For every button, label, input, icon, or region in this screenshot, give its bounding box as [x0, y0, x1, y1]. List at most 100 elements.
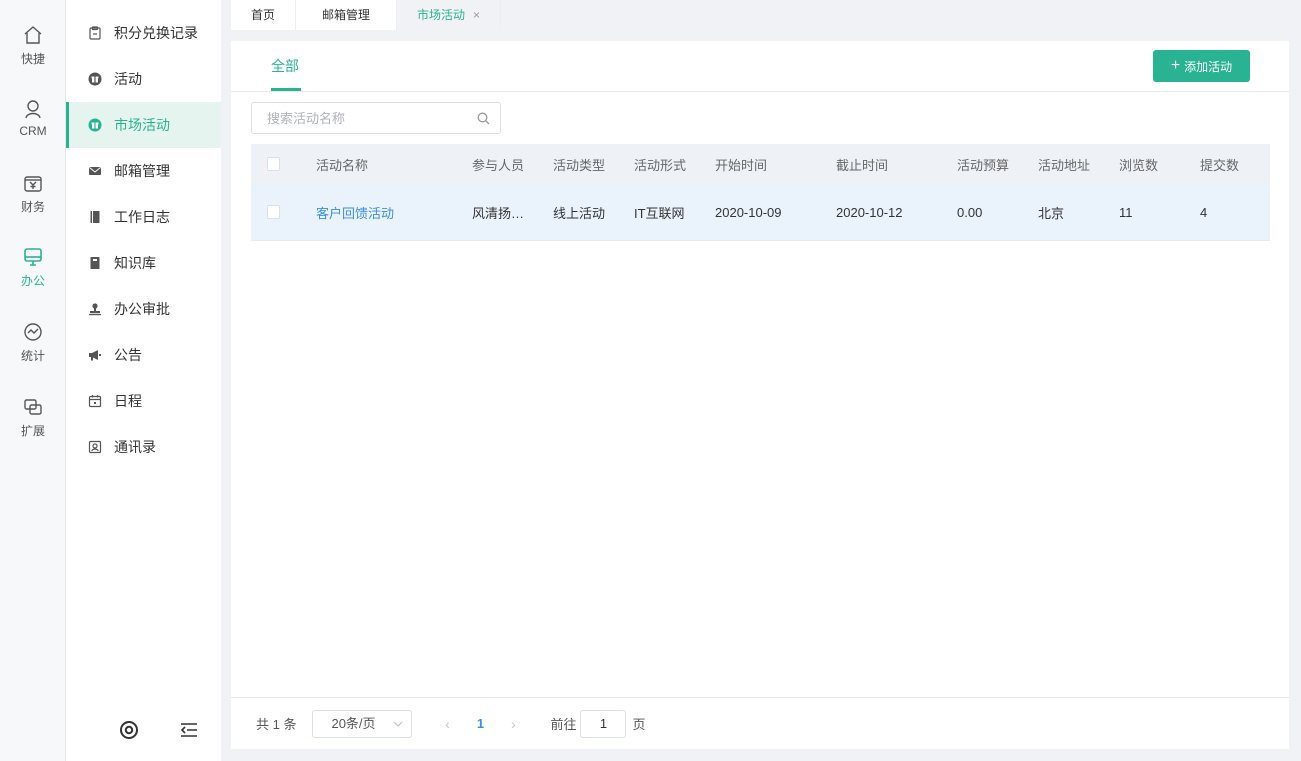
cell-submits: 4 [1200, 204, 1208, 220]
column-header[interactable]: 活动预算 [957, 155, 1038, 174]
activity-table: 活动名称 参与人员 活动类型 活动形式 开始时间 截止时间 活动预算 活动地址 … [251, 144, 1270, 241]
menu-item-announcement[interactable]: 公告 [66, 332, 221, 378]
close-icon[interactable]: × [473, 8, 480, 22]
column-header[interactable]: 开始时间 [715, 155, 836, 174]
pagination-total: 共 1 条 [256, 717, 297, 732]
cell-start-time: 2020-10-09 [715, 204, 782, 220]
menu-item-label: 市场活动 [114, 117, 170, 133]
next-page-button[interactable]: › [498, 716, 528, 732]
row-checkbox[interactable] [267, 205, 280, 219]
cell-budget: 0.00 [957, 204, 983, 220]
rail-label: CRM [19, 124, 47, 138]
pagination: 共 1 条 20条/页 ‹ 1 › 前往 页 [231, 697, 1289, 749]
settings-ring-icon[interactable] [118, 719, 140, 741]
cell-end-time: 2020-10-12 [836, 204, 903, 220]
collapse-menu-icon[interactable] [178, 719, 200, 741]
column-header[interactable]: 活动类型 [553, 155, 634, 174]
book-icon [90, 257, 100, 269]
column-header[interactable]: 提交数 [1200, 155, 1270, 174]
column-header[interactable]: 活动形式 [634, 155, 715, 174]
cell-form: IT互联网 [634, 205, 685, 221]
menu-item-label: 日程 [114, 393, 142, 409]
mail-icon [89, 167, 101, 175]
rail-label: 扩展 [20, 424, 45, 438]
menu-item-label: 积分兑换记录 [114, 25, 198, 41]
menu-item-label: 工作日志 [114, 209, 170, 225]
tab-home[interactable]: 首页 [231, 0, 297, 30]
cell-type: 线上活动 [553, 205, 606, 221]
search-input[interactable] [252, 103, 472, 133]
tab-label: 首页 [251, 8, 276, 22]
page-size-select[interactable]: 20条/页 [312, 709, 413, 738]
menu-item-label: 办公审批 [114, 301, 170, 317]
rail-item-shortcut[interactable]: 快捷 [0, 24, 66, 84]
rail-item-finance[interactable]: 财务 [0, 172, 66, 232]
tab-mailbox[interactable]: 邮箱管理 [296, 0, 398, 30]
goto-label: 前往 [550, 717, 577, 732]
menu-item-work-log[interactable]: 工作日志 [66, 194, 221, 240]
page-suffix-label: 页 [632, 717, 646, 732]
goto-page-input[interactable] [580, 709, 627, 738]
main-panel: 全部 + 添加活动 活动名称 参与人员 活动类型 活动形式 开始时间 截止时间 … [231, 41, 1289, 749]
menu-item-mailbox[interactable]: 邮箱管理 [66, 148, 221, 194]
menu-item-activity[interactable]: 活动 [66, 56, 221, 102]
panel-header: 全部 + 添加活动 [231, 41, 1289, 92]
rail-label: 财务 [20, 200, 45, 214]
column-header[interactable]: 参与人员 [472, 155, 553, 174]
chevron-down-icon [394, 721, 403, 727]
add-activity-label: 添加活动 [1184, 59, 1233, 74]
menu-item-points-exchange[interactable]: 积分兑换记录 [66, 10, 221, 56]
notebook-icon [90, 211, 100, 223]
menu-item-market-activity[interactable]: 市场活动 [66, 102, 221, 148]
cell-address: 北京 [1038, 205, 1065, 221]
rail-item-office[interactable]: 办公 [0, 246, 66, 306]
select-all-checkbox[interactable] [267, 157, 280, 171]
cell-views: 11 [1119, 204, 1133, 220]
rail-item-extend[interactable]: 扩展 [0, 396, 66, 456]
megaphone-icon [89, 350, 101, 361]
tab-label: 市场活动 [417, 8, 466, 22]
plus-icon: + [1170, 57, 1181, 74]
menu-item-approval[interactable]: 办公审批 [66, 286, 221, 332]
column-header[interactable]: 活动名称 [316, 155, 472, 174]
column-header[interactable]: 截止时间 [836, 155, 957, 174]
contacts-icon [88, 440, 102, 454]
gift-icon [88, 72, 102, 86]
menu-item-schedule[interactable]: 日程 [66, 378, 221, 424]
rail-item-crm[interactable]: CRM [0, 98, 66, 158]
rail-item-stats[interactable]: 统计 [0, 321, 66, 381]
office-menu: 积分兑换记录 活动 市场活动 邮箱管理 工作日志 知识库 办公审批 公告 日程 … [66, 0, 221, 761]
chart-icon [24, 323, 42, 341]
menu-item-label: 活动 [114, 71, 142, 87]
clipboard-icon [89, 26, 101, 40]
monitor-icon [24, 248, 42, 266]
search-icon[interactable] [477, 112, 490, 125]
search-box [251, 102, 501, 134]
table-row[interactable]: 客户回馈活动 风清扬… 线上活动 IT互联网 2020-10-09 2020-1… [251, 184, 1270, 241]
table-header: 活动名称 参与人员 活动类型 活动形式 开始时间 截止时间 活动预算 活动地址 … [251, 144, 1270, 184]
prev-page-button[interactable]: ‹ [432, 716, 462, 732]
rail-label: 快捷 [20, 52, 45, 66]
add-activity-button[interactable]: + 添加活动 [1153, 50, 1250, 82]
sub-tab-all[interactable]: 全部 [271, 41, 299, 91]
cell-participants: 风清扬… [472, 205, 525, 221]
page-size-value: 20条/页 [331, 715, 376, 731]
calendar-icon [88, 395, 102, 408]
menu-item-contacts[interactable]: 通讯录 [66, 424, 221, 470]
menu-bottom-bar [66, 719, 221, 743]
user-icon [25, 100, 41, 119]
menu-item-label: 邮箱管理 [114, 163, 170, 179]
column-header[interactable]: 浏览数 [1119, 155, 1200, 174]
menu-item-label: 知识库 [114, 255, 156, 271]
extend-icon [24, 399, 42, 415]
menu-item-label: 公告 [114, 347, 142, 363]
activity-name-link[interactable]: 客户回馈活动 [316, 203, 472, 222]
page-number-current[interactable]: 1 [462, 716, 498, 731]
menu-item-knowledge-base[interactable]: 知识库 [66, 240, 221, 286]
sub-tab-indicator [271, 88, 301, 91]
app-rail: 快捷 CRM 财务 办公 统计 扩展 [0, 0, 66, 761]
tab-market-activity[interactable]: 市场活动 × [397, 0, 502, 30]
column-header[interactable]: 活动地址 [1038, 155, 1119, 174]
rail-label: 统计 [20, 349, 45, 363]
stamp-icon [89, 303, 101, 316]
